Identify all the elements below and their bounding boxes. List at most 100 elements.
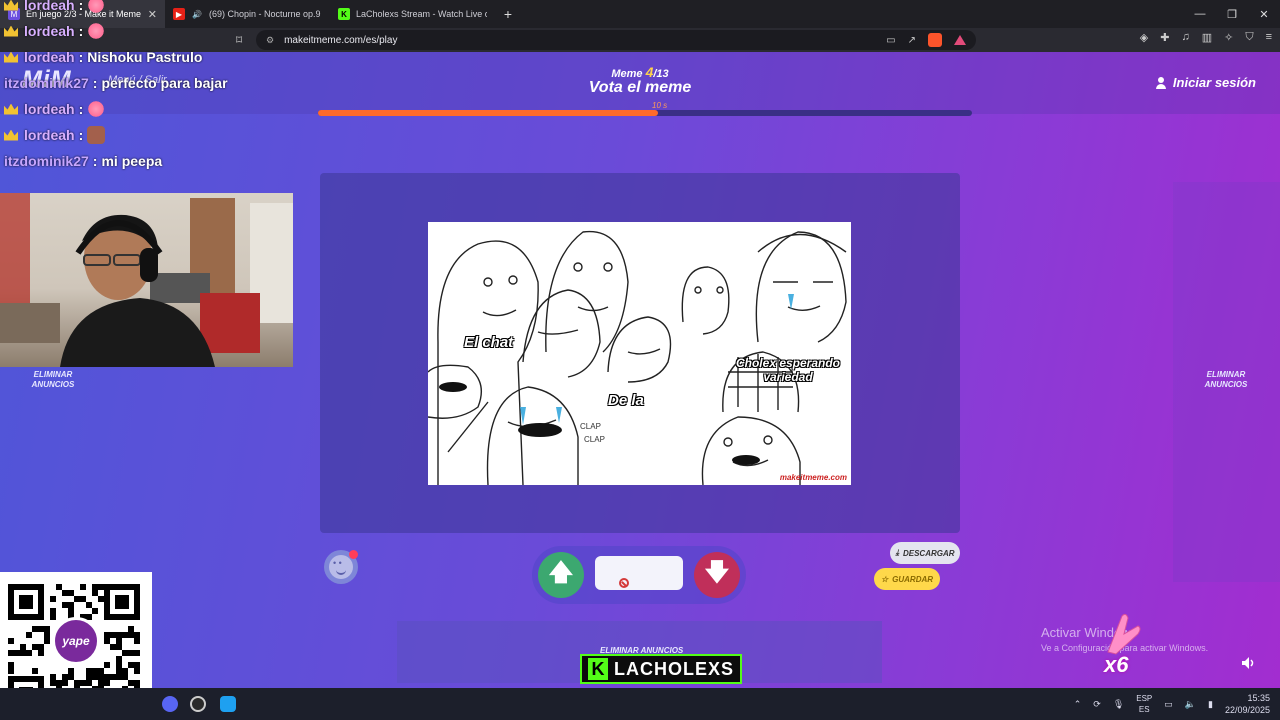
ribbon-emote-icon [87,0,106,14]
crown-badge-icon [4,51,18,63]
save-button[interactable]: ☆ GUARDAR [874,568,940,590]
caption-cholex: Cholex esperando variedad [735,356,841,384]
url-field[interactable]: ⚙ makeitmeme.com/es/play ▭ ↗ [256,30,976,50]
vote-controls: 🡅 🡇 [532,546,746,604]
maximize-icon[interactable]: ❐ [1216,0,1248,28]
clap-text: CLAP [580,422,601,431]
round-info: Meme 4/13 Vota el meme 10 s [560,64,720,110]
share-icon[interactable]: ↗ [908,35,916,46]
download-icon: ⤓ [895,548,899,557]
reaction-button[interactable] [324,550,358,584]
close-window-icon[interactable]: ✕ [1248,0,1280,28]
downvote-button[interactable]: 🡇 [694,552,740,598]
chat-text: perfecto para bajar [101,75,228,91]
crown-badge-icon [4,129,18,141]
chat-separator: : [78,49,84,65]
meme-counter: Meme 4/13 [611,64,669,80]
screen-icon[interactable]: ▭ [886,35,895,46]
timer-label: 10 s [652,101,668,110]
chat-username: lordeah [24,127,75,143]
tab-label: LaCholexs Stream - Watch Live on Kick [356,9,487,19]
time-progress-bar [318,110,972,116]
extension-icons: ◈ ✚ ♫ ▥ ✧ ⛉ ≡ [1140,31,1272,44]
kick-channel-name: LACHOLEXS [613,658,734,679]
caption-el-chat: El chat [464,334,514,351]
vpn-icon[interactable]: ⛉ [1245,31,1253,44]
webcam-scene [0,193,293,367]
clock[interactable]: 15:35 22/09/2025 [1225,692,1270,716]
chat-message: lordeah : [4,0,304,18]
meme-panel: El chat Cholex esperando variedad De la … [320,173,960,533]
minimize-icon[interactable]: — [1184,0,1216,28]
chat-message: lordeah : [4,122,304,148]
tab-kick[interactable]: K LaCholexs Stream - Watch Live on Kick [330,0,495,28]
kick-favicon-icon: K [338,8,350,20]
page-title: Vota el meme [588,79,692,96]
lang-code: ESP [1136,694,1153,703]
sync-icon[interactable]: ⟳ [1093,699,1101,710]
microphone-icon[interactable]: 🎙 [1113,699,1124,710]
praying-hands-icon [1107,613,1141,655]
crown-badge-icon [4,25,18,37]
volume-icon[interactable]: 🔈 [1185,699,1196,710]
speaker-icon[interactable] [1240,655,1256,671]
meme-image: El chat Cholex esperando variedad De la … [428,222,851,485]
chevron-up-icon[interactable]: ⌃ [1074,699,1082,710]
skip-vote-button[interactable] [595,556,683,590]
chat-username: lordeah [24,49,75,65]
leo-ai-icon[interactable]: ✧ [1224,31,1233,44]
language-indicator[interactable]: ESP ES [1136,693,1152,715]
caption-de-la: De la [608,392,644,409]
arrow-up-icon: 🡅 [548,558,574,586]
chat-separator: : [92,75,98,91]
chat-message: lordeah : [4,96,304,122]
ribbon-emote-icon [87,100,106,118]
wojak-crowd-drawing [428,230,847,485]
clap-text: CLAP [584,435,605,444]
login-button[interactable]: Iniciar sesión [1155,75,1256,90]
time-progress-fill [318,110,659,116]
discord-icon[interactable] [162,696,178,712]
wallet-icon[interactable]: ◈ [1140,31,1148,44]
network-icon[interactable]: ▭ [1164,699,1173,710]
chat-separator: : [92,153,98,169]
ribbon-emote-icon [87,22,106,40]
extensions-icon[interactable]: ✚ [1160,31,1169,44]
combo-counter: x6 [1104,652,1129,677]
chat-separator: : [78,23,84,39]
menu-icon[interactable]: ≡ [1266,31,1272,44]
upvote-button[interactable]: 🡅 [538,552,584,598]
crown-badge-icon [4,0,18,11]
remove-ads-link-right[interactable]: ELIMINAR ANUNCIOS [1203,370,1249,390]
chat-message: lordeah : Nishoku Pastrulo [4,44,304,70]
app-icon[interactable] [220,696,236,712]
chat-separator: : [78,101,84,117]
sidebar-icon[interactable]: ▥ [1202,31,1212,44]
window-controls: — ❐ ✕ [1184,0,1280,28]
chat-username: itzdominik27 [4,75,89,91]
download-button[interactable]: ⤓ DESCARGAR [890,542,960,564]
yape-logo: yape [52,617,100,665]
chat-message: lordeah : [4,18,304,44]
star-icon: ☆ [880,574,889,584]
chat-username: lordeah [24,101,75,117]
chat-text: Nishoku Pastrulo [87,49,203,65]
brave-shield-icon[interactable] [928,33,942,47]
media-icon[interactable]: ♫ [1181,31,1189,44]
kick-logo-icon: K [588,658,608,680]
download-label: DESCARGAR [902,548,955,558]
chat-separator: : [78,0,84,13]
clock-date: 22/09/2025 [1224,705,1270,715]
new-tab-button[interactable]: + [495,0,521,28]
remove-ads-link-left[interactable]: ELIMINAR ANUNCIOS [30,370,76,390]
brave-rewards-icon[interactable] [954,35,966,45]
no-entry-icon [619,578,629,588]
battery-icon[interactable]: ▮ [1208,699,1213,710]
webcam-feed [0,193,293,367]
system-tray: ⌃ ⟳ 🎙 ESP ES ▭ 🔈 ▮ 15:35 22/09/2025 [1074,688,1270,720]
obs-icon[interactable] [190,696,206,712]
user-icon [1155,76,1166,89]
arrow-down-icon: 🡇 [704,558,730,586]
chat-username: lordeah [24,23,75,39]
notification-dot [349,550,358,559]
